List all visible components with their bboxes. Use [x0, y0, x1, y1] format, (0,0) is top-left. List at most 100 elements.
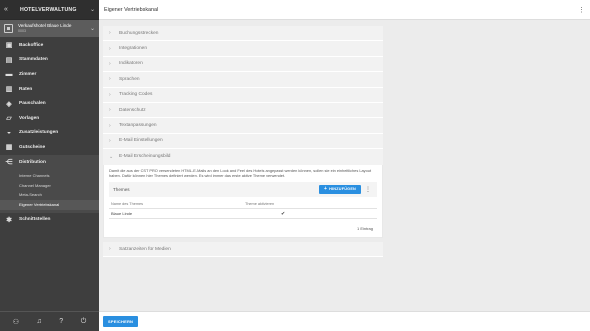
- chevron-down-icon[interactable]: ⌄: [90, 6, 95, 13]
- sidebar-item-label: Distribution: [19, 159, 46, 165]
- sidebar-item-label: Zusatzleistungen: [19, 130, 59, 136]
- accordion-title: Sprachen: [119, 76, 140, 82]
- accordion-section[interactable]: › Tracking Codes: [103, 87, 383, 103]
- sidebar-item-schnittstellen[interactable]: ✱ Schnittstellen: [0, 213, 99, 228]
- chevron-right-icon: ›: [109, 107, 111, 114]
- gift-icon: ▦: [5, 144, 13, 152]
- section-description: Damit die aus der CST PRO versendeten HT…: [109, 167, 372, 178]
- accordion-title: Buchungsstrecken: [119, 30, 159, 36]
- accordion-section[interactable]: › Buchungsstrecken: [103, 26, 383, 42]
- sidebar-item-label: Gutscheine: [19, 144, 46, 150]
- themes-table: Name des Themes Theme aktivieren Blaue L…: [109, 200, 377, 220]
- chevron-down-icon: ⌄: [89, 26, 95, 32]
- accordion-title: Integrationen: [119, 46, 148, 52]
- more-options-icon[interactable]: ⋮: [578, 6, 585, 14]
- sidebar-item-label: Zimmer: [19, 71, 37, 77]
- sidebar-item-label: Backoffice: [19, 42, 44, 48]
- briefcase-icon: ▣: [5, 42, 13, 50]
- check-icon: ✔: [243, 208, 377, 220]
- sidebar-item-raten[interactable]: ▥ Raten: [0, 82, 99, 97]
- sidebar-nav: ▣ Backoffice ▤ Stammdaten ▬ Zimmer ▥ Raten ◈ Paus…: [0, 37, 99, 227]
- sidebar-item-label: Schnittstellen: [19, 217, 51, 223]
- tag-icon: ◈: [6, 100, 12, 108]
- sidebar-item-label: Raten: [19, 86, 33, 92]
- column-header[interactable]: Name des Themes: [109, 200, 243, 210]
- table-row[interactable]: Blaue Linde ✔: [109, 208, 377, 220]
- chevron-right-icon: ›: [109, 91, 111, 98]
- accordion-section[interactable]: › E-Mail Einstellungen: [103, 133, 383, 150]
- help-icon[interactable]: ?: [59, 318, 63, 325]
- bed-icon: ▬: [5, 70, 13, 78]
- rates-icon: ▥: [5, 86, 13, 94]
- hotel-icon: [4, 24, 13, 33]
- accordion-title: Indikatoren: [119, 61, 143, 67]
- chevron-right-icon: ›: [109, 122, 111, 129]
- accordion-section[interactable]: › Datenschutz: [103, 102, 383, 119]
- hotel-id: 0003: [18, 28, 26, 33]
- user-icon[interactable]: ⚇: [13, 318, 19, 326]
- bottom-bar: [99, 311, 590, 331]
- accordion-title: E-Mail Erscheinungsbild: [119, 154, 171, 160]
- sidebar-footer: ⚇ ♫ ? ⏻: [0, 311, 99, 331]
- share-icon: ⋲: [5, 159, 13, 167]
- accordion-body: Damit die aus der CST PRO versendeten HT…: [103, 164, 383, 239]
- themes-label: Themes: [113, 186, 130, 192]
- themes-panel: Themes + HINZUFÜGEN ⋮ Name des Themes Th…: [109, 181, 377, 232]
- plug-icon: ✱: [6, 216, 12, 224]
- template-icon: ▱: [6, 115, 12, 123]
- accordion-title: Datenschutz: [119, 107, 146, 113]
- subnav-item[interactable]: Meta-Search: [0, 190, 99, 200]
- accordion-title: Textanpassungen: [119, 123, 157, 129]
- sidebar-item-label: Pauschalen: [19, 101, 46, 107]
- chevron-right-icon: ›: [109, 60, 111, 67]
- accordion-email-appearance[interactable]: ⌄ E-Mail Erscheinungsbild: [103, 149, 383, 165]
- distribution-subnav: Interne Channels Channel Manager Meta-Sear…: [0, 169, 99, 213]
- sidebar-item-zusatzleistungen[interactable]: ◒ Zusatzleistungen: [0, 126, 99, 141]
- accordion-media-rates[interactable]: › Satzanzeiten für Medien: [103, 242, 383, 258]
- chevron-right-icon: ›: [109, 45, 111, 52]
- chevron-down-icon: ⌄: [109, 153, 114, 160]
- chevron-right-icon: ›: [109, 76, 111, 83]
- sidebar: « HOTELVERWALTUNG ⌄ Verkaufshotel Blaue …: [0, 0, 99, 331]
- page-title: Eigener Vertriebskanal: [104, 6, 159, 13]
- bell-icon[interactable]: ♫: [37, 318, 42, 325]
- subnav-item[interactable]: Interne Channels: [0, 170, 99, 180]
- top-bar: Eigener Vertriebskanal ⋮: [99, 0, 590, 20]
- power-icon[interactable]: ⏻: [81, 318, 87, 326]
- accordion-section[interactable]: › Indikatoren: [103, 56, 383, 73]
- sidebar-header: « HOTELVERWALTUNG ⌄: [0, 0, 99, 20]
- column-header[interactable]: Theme aktivieren: [243, 200, 377, 210]
- theme-name-cell: Blaue Linde: [109, 208, 243, 220]
- subnav-item[interactable]: Channel Manager: [0, 180, 99, 190]
- chevron-right-icon: ›: [109, 30, 111, 37]
- add-theme-button[interactable]: + HINZUFÜGEN: [318, 184, 361, 194]
- sidebar-item-stammdaten[interactable]: ▤ Stammdaten: [0, 53, 99, 68]
- sidebar-item-distribution[interactable]: ⋲ Distribution: [0, 154, 99, 170]
- accordion-section[interactable]: › Textanpassungen: [103, 118, 383, 134]
- sidebar-item-pauschalen[interactable]: ◈ Pauschalen: [0, 96, 99, 111]
- more-options-icon[interactable]: ⋮: [363, 186, 373, 193]
- save-button[interactable]: SPEICHERN: [103, 316, 139, 327]
- document-icon: ▤: [5, 56, 13, 64]
- back-icon[interactable]: «: [4, 6, 14, 13]
- hotel-selector[interactable]: Verkaufshotel Blaue Linde 0003 ⌄: [0, 20, 99, 37]
- main-content: › Buchungsstrecken › Integrationen › Indikato…: [103, 26, 383, 258]
- service-icon: ◒: [6, 129, 12, 137]
- entry-count: 1 Eintrag: [356, 226, 373, 232]
- sidebar-item-vorlagen[interactable]: ▱ Vorlagen: [0, 111, 99, 126]
- themes-header: Themes + HINZUFÜGEN ⋮: [109, 181, 377, 197]
- accordion-section[interactable]: › Integrationen: [103, 41, 383, 57]
- accordion-title: Satzanzeiten für Medien: [119, 246, 171, 252]
- plus-icon: +: [323, 186, 328, 193]
- sidebar-item-label: Stammdaten: [19, 57, 48, 63]
- sidebar-item-label: Vorlagen: [19, 115, 40, 121]
- accordion-title: Tracking Codes: [119, 92, 153, 98]
- chevron-right-icon: ›: [109, 137, 111, 144]
- accordion-section[interactable]: › Sprachen: [103, 72, 383, 88]
- add-button-label: HINZUFÜGEN: [329, 187, 356, 192]
- sidebar-item-gutscheine[interactable]: ▦ Gutscheine: [0, 140, 99, 155]
- sidebar-item-zimmer[interactable]: ▬ Zimmer: [0, 67, 99, 82]
- accordion-title: E-Mail Einstellungen: [119, 138, 163, 144]
- sidebar-item-backoffice[interactable]: ▣ Backoffice: [0, 38, 99, 53]
- subnav-item[interactable]: Eigener Vertriebskanal: [0, 199, 99, 210]
